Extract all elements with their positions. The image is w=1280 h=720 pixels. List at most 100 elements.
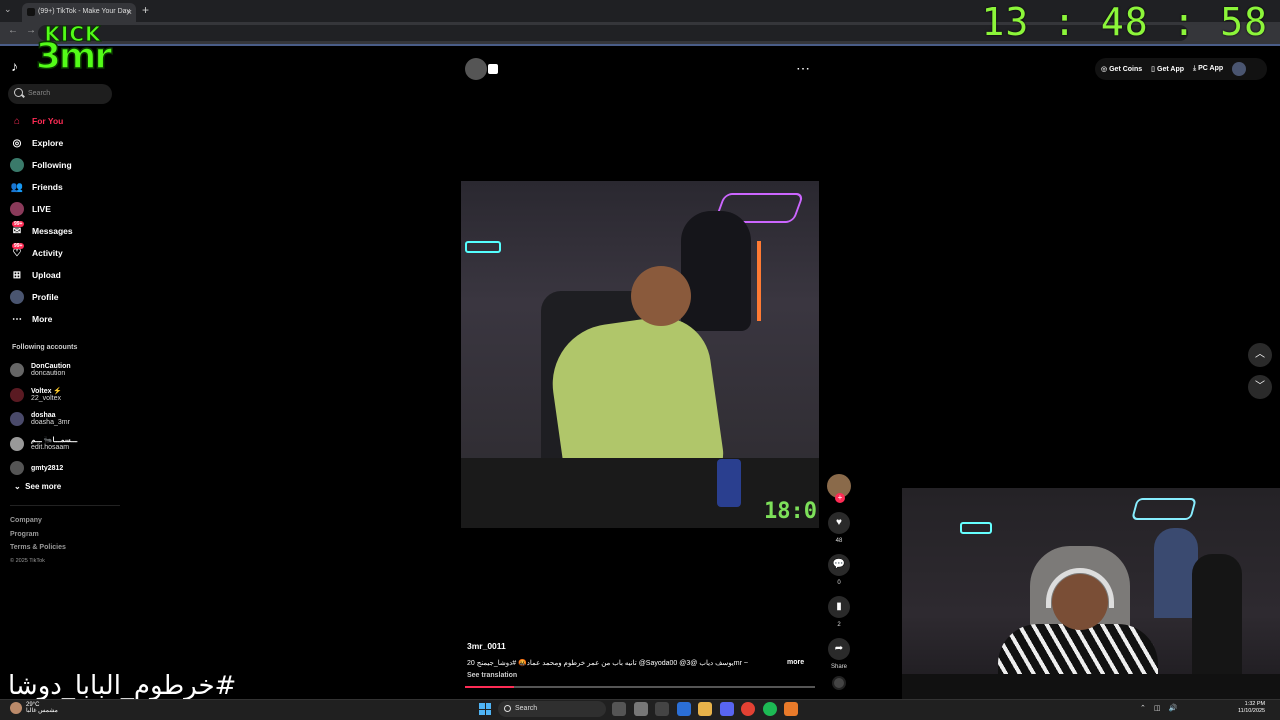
settings-icon[interactable]: [633, 702, 648, 716]
video-player[interactable]: 18:0: [461, 181, 819, 528]
app-icon[interactable]: [784, 702, 798, 716]
account-username: edit.hosaam: [31, 443, 70, 451]
tray-chevron-icon[interactable]: ⌃: [1140, 704, 1146, 712]
more-icon: ⋯: [12, 313, 22, 325]
sidebar-item-upload[interactable]: ⊞ Upload: [10, 264, 120, 286]
file-explorer-icon[interactable]: [698, 702, 712, 716]
taskbar-search-label: Search: [515, 705, 538, 712]
media-icon[interactable]: [655, 702, 669, 716]
stream-clock: 13 : 48 : 58: [981, 0, 1268, 44]
activity-badge: 99+: [12, 243, 25, 249]
comment-action[interactable]: 💬 0: [826, 554, 852, 586]
sidebar-divider: [10, 505, 120, 506]
video-progress-bar[interactable]: [465, 686, 815, 688]
discord-icon[interactable]: [719, 702, 734, 716]
taskbar-clock[interactable]: 1:32 PM 11/10/2025: [1238, 701, 1265, 715]
get-app-button[interactable]: ▯ Get App: [1151, 65, 1184, 73]
more-options-icon[interactable]: ⋯: [796, 60, 810, 77]
footer-link-company[interactable]: Company: [10, 514, 66, 528]
creator-username[interactable]: 3mr_0011: [467, 641, 506, 651]
avatar: [10, 436, 24, 451]
tab-search-icon[interactable]: ⌄: [4, 4, 12, 15]
caption-more-button[interactable]: more: [787, 659, 804, 666]
browser-tab-tiktok[interactable]: (99+) TikTok - Make Your Day ×: [22, 3, 136, 22]
following-account[interactable]: ـــسمـــا🐜 ـــم edit.hosaam: [10, 432, 120, 457]
volume-button[interactable]: [465, 58, 498, 80]
back-arrow-icon[interactable]: ←: [8, 25, 18, 36]
taskbar-search[interactable]: Search: [498, 701, 606, 717]
desk: [902, 674, 1280, 700]
following-account[interactable]: DonCaution doncaution: [10, 358, 120, 383]
network-icon[interactable]: ◫: [1154, 704, 1161, 712]
search-input[interactable]: Search: [8, 84, 112, 104]
sidebar-item-messages[interactable]: ✉ 99+ Messages: [10, 220, 120, 242]
footer-link-terms[interactable]: Terms & Policies: [10, 541, 66, 555]
tiktok-logo-icon[interactable]: ♪: [11, 58, 18, 74]
footer-link-program[interactable]: Program: [10, 528, 66, 542]
following-avatar-icon: [10, 158, 24, 172]
following-accounts-list: DonCaution doncaution Voltex ⚡ 22_voltex d…: [10, 358, 120, 481]
sidebar-item-activity[interactable]: ♡ 99+ Activity: [10, 242, 120, 264]
share-action[interactable]: ➦ Share: [826, 638, 852, 670]
weather-widget[interactable]: 29°C مشمس غالبا: [10, 702, 58, 714]
avatar: [10, 412, 24, 427]
share-label: Share: [830, 664, 847, 670]
sidebar-item-label: Activity: [32, 248, 63, 258]
taskbar-date: 11/10/2025: [1238, 708, 1266, 715]
account-display-name: ـــسمـــا🐜 ـــم: [31, 436, 78, 444]
phone-icon: ▯: [1151, 66, 1156, 73]
heart-icon[interactable]: ♥: [828, 512, 850, 534]
see-translation-link[interactable]: See translation: [467, 672, 517, 679]
following-account[interactable]: Voltex ⚡ 22_voltex: [10, 383, 120, 408]
bookmark-icon[interactable]: ▮: [828, 596, 850, 618]
spotify-icon[interactable]: [762, 702, 777, 716]
sidebar-menu: ⌂ For You ◎ Explore Following 👥 Friends …: [10, 110, 120, 330]
sidebar-item-live[interactable]: LIVE: [10, 198, 120, 220]
toolbar-divider: [0, 44, 1280, 46]
comment-icon[interactable]: 💬: [828, 554, 850, 576]
tab-close-icon[interactable]: ×: [127, 7, 132, 17]
following-accounts-title: Following accounts: [12, 344, 78, 351]
save-action[interactable]: ▮ 2: [826, 596, 852, 628]
user-avatar[interactable]: [1232, 62, 1247, 76]
pc-app-button[interactable]: ⤓ PC App: [1193, 65, 1223, 73]
search-placeholder: Search: [28, 90, 51, 97]
sidebar-item-label: More: [32, 314, 53, 324]
sidebar-item-profile[interactable]: Profile: [10, 286, 120, 308]
sidebar-item-for-you[interactable]: ⌂ For You: [10, 110, 120, 132]
get-coins-button[interactable]: ◎ Get Coins: [1101, 65, 1142, 73]
windows-start-icon[interactable]: [479, 703, 491, 715]
task-view-icon[interactable]: [612, 702, 626, 716]
follow-plus-icon[interactable]: +: [835, 493, 845, 503]
person-head: [631, 266, 691, 326]
account-display-name: gmty2812: [31, 464, 64, 472]
coin-icon: ◎: [1101, 66, 1108, 73]
sidebar-item-more[interactable]: ⋯ More: [10, 308, 120, 330]
taskbar-apps: [612, 702, 806, 716]
new-tab-button[interactable]: +: [142, 3, 149, 17]
next-video-button[interactable]: ﹀: [1248, 375, 1272, 399]
mail-icon[interactable]: [676, 702, 691, 716]
music-disc-icon[interactable]: [832, 676, 846, 690]
sidebar-item-explore[interactable]: ◎ Explore: [10, 132, 120, 154]
system-tray: ⌃ ◫ 🔊: [1140, 704, 1185, 712]
following-account[interactable]: gmty2812: [10, 456, 120, 481]
following-account[interactable]: doshaa doasha_3mr: [10, 407, 120, 432]
sidebar-item-label: Profile: [32, 292, 59, 302]
stream-hashtag: #خرطوم_البابا_دوشا: [8, 671, 237, 701]
see-more-button[interactable]: ⌄ See more: [14, 482, 61, 491]
volume-icon[interactable]: 🔊: [1169, 704, 1178, 712]
sidebar-item-friends[interactable]: 👥 Friends: [10, 176, 120, 198]
lamp: [757, 241, 761, 321]
sidebar-item-following[interactable]: Following: [10, 154, 120, 176]
creator-avatar[interactable]: +: [827, 474, 851, 503]
chevron-down-icon: ⌄: [14, 482, 21, 491]
like-action[interactable]: ♥ 48: [826, 512, 852, 544]
save-count: 2: [837, 622, 841, 628]
chrome-icon[interactable]: [741, 702, 755, 716]
tiktok-favicon-icon: [27, 8, 35, 16]
share-icon[interactable]: ➦: [828, 638, 850, 660]
chevron-up-icon: ︿: [1255, 349, 1265, 360]
chevron-down-icon: ﹀: [1255, 381, 1265, 392]
previous-video-button[interactable]: ︿: [1248, 343, 1272, 367]
